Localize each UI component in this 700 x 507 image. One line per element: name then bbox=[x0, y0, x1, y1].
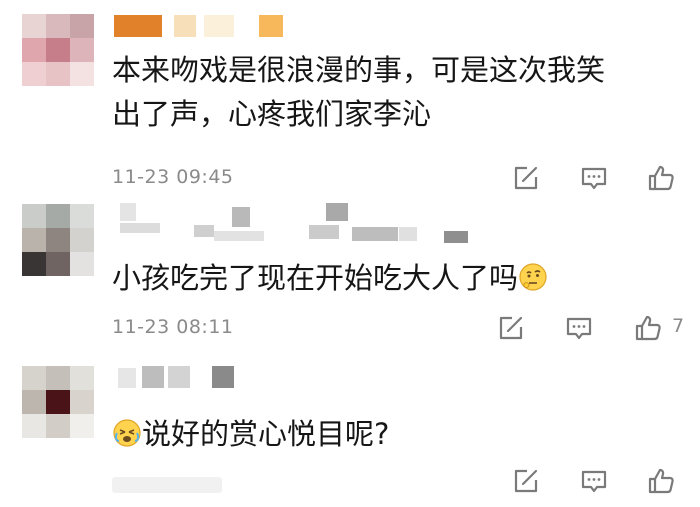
share-icon[interactable] bbox=[510, 162, 542, 194]
comment-meta-row bbox=[0, 465, 700, 499]
like-count: 7 bbox=[672, 315, 685, 337]
username-blurred[interactable] bbox=[114, 15, 294, 45]
comment-meta-row: 11-23 08:11 7 bbox=[0, 312, 700, 346]
share-icon[interactable] bbox=[495, 312, 527, 344]
comment-icon[interactable] bbox=[563, 312, 595, 344]
thumbs-up-icon[interactable] bbox=[645, 162, 677, 194]
crying-face-emoji bbox=[112, 416, 142, 447]
username-blurred[interactable] bbox=[114, 366, 244, 396]
avatar[interactable] bbox=[22, 366, 94, 438]
comment-text: 小孩吃完了现在开始吃大人了吗 bbox=[112, 256, 672, 300]
comment-icon[interactable] bbox=[578, 465, 610, 497]
comment-text: 说好的赏心悦目呢? bbox=[112, 412, 672, 456]
username-blurred[interactable] bbox=[114, 203, 474, 243]
timestamp-blurred bbox=[112, 477, 222, 493]
thinking-face-emoji bbox=[518, 260, 548, 291]
timestamp: 11-23 09:45 bbox=[112, 166, 234, 188]
comment-meta-row: 11-23 09:45 bbox=[0, 162, 700, 196]
thumbs-up-icon[interactable] bbox=[645, 465, 677, 497]
comment-text: 本来吻戏是很浪漫的事，可是这次我笑 出了声，心疼我们家李沁 bbox=[112, 53, 606, 131]
thumbs-up-icon[interactable] bbox=[632, 312, 664, 344]
timestamp: 11-23 08:11 bbox=[112, 316, 234, 338]
comment-icon[interactable] bbox=[578, 162, 610, 194]
avatar[interactable] bbox=[22, 14, 94, 86]
avatar[interactable] bbox=[22, 204, 94, 276]
share-icon[interactable] bbox=[510, 465, 542, 497]
